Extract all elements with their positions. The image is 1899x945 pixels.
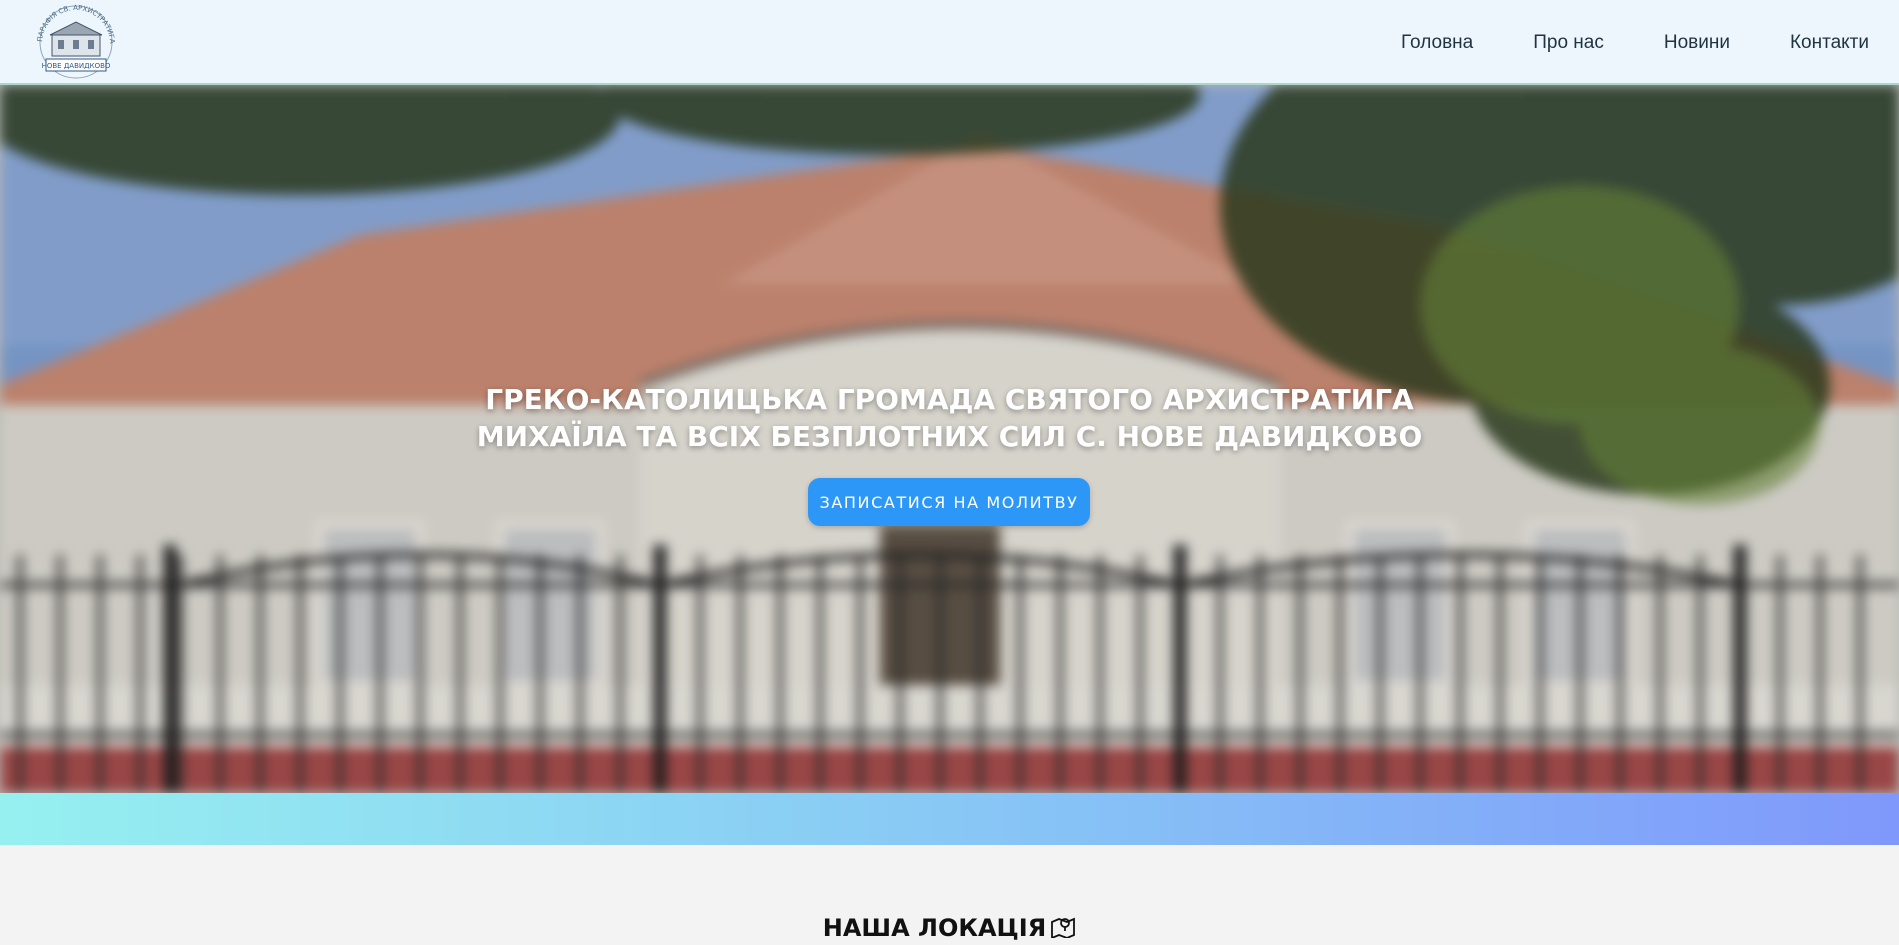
location-title: НАША ЛОКАЦІЯ [822,914,1047,942]
hero-section: ГРЕКО-КАТОЛИЦЬКА ГРОМАДА СВЯТОГО АРХИСТР… [0,85,1899,793]
hero-title-line-1: ГРЕКО-КАТОЛИЦЬКА ГРОМАДА СВЯТОГО АРХИСТР… [485,383,1414,416]
main-nav: Головна Про нас Новини Контакти [1401,0,1899,85]
hero-title: ГРЕКО-КАТОЛИЦЬКА ГРОМАДА СВЯТОГО АРХИСТР… [0,381,1899,455]
parish-logo[interactable]: ПАРАФІЯ СВ. АРХИСТРАТИГА МИХАЇЛА НОВЕ ДА… [25,0,124,80]
signup-prayer-button[interactable]: ЗАПИСАТИСЯ НА МОЛИТВУ [808,478,1090,526]
site-header: ПАРАФІЯ СВ. АРХИСТРАТИГА МИХАЇЛА НОВЕ ДА… [0,0,1899,85]
nav-news[interactable]: Новини [1664,32,1730,54]
location-heading: НАША ЛОКАЦІЯ [0,914,1899,944]
decorative-gradient-band [0,793,1899,845]
map-pin-icon [1050,914,1076,944]
hero-title-line-2: МИХАЇЛА ТА ВСІХ БЕЗПЛОТНИХ СИЛ С. НОВЕ Д… [476,420,1423,453]
nav-home[interactable]: Головна [1401,32,1473,54]
logo-caption: НОВЕ ДАВИДКОВО [42,62,111,70]
logo-emblem: ПАРАФІЯ СВ. АРХИСТРАТИГА МИХАЇЛА НОВЕ ДА… [25,0,116,79]
nav-about[interactable]: Про нас [1533,32,1604,54]
nav-contacts[interactable]: Контакти [1790,32,1869,54]
